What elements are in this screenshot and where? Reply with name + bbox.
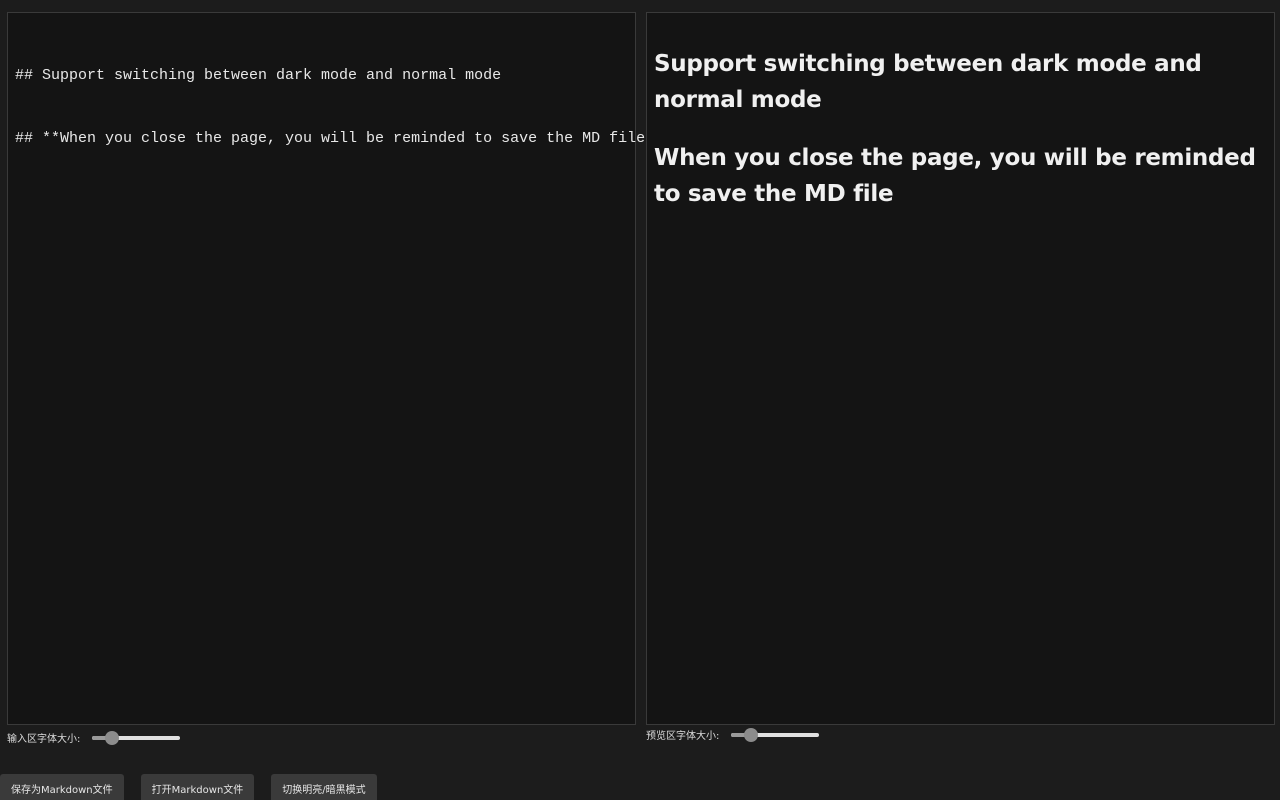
save-markdown-button[interactable]: 保存为Markdown文件 xyxy=(0,774,124,800)
input-font-size-slider[interactable] xyxy=(92,730,181,745)
markdown-input-text[interactable]: ## Support switching between dark mode a… xyxy=(8,13,664,201)
input-line-2: ## **When you close the page, you will b… xyxy=(15,130,664,147)
preview-heading-1: Support switching between dark mode and … xyxy=(654,51,1202,113)
preview-heading-2: When you close the page, you will be rem… xyxy=(654,145,1256,207)
toggle-theme-button[interactable]: 切换明亮/暗黑模式 xyxy=(271,774,377,800)
preview-font-size-slider[interactable] xyxy=(731,727,820,742)
preview-font-size-slider-thumb[interactable] xyxy=(743,727,758,742)
preview-font-size-label: 预览区字体大小: xyxy=(646,731,720,742)
preview-content: Support switching between dark mode and … xyxy=(647,46,1274,212)
open-markdown-button[interactable]: 打开Markdown文件 xyxy=(140,774,255,800)
markdown-preview-area: Support switching between dark mode and … xyxy=(646,12,1275,725)
input-font-size-control: 输入区字体大小: xyxy=(7,730,181,745)
toolbar: 保存为Markdown文件 打开Markdown文件 切换明亮/暗黑模式 xyxy=(0,774,394,800)
input-font-size-slider-thumb[interactable] xyxy=(104,730,119,745)
input-line-1: ## Support switching between dark mode a… xyxy=(15,67,502,84)
markdown-input-area[interactable]: ## Support switching between dark mode a… xyxy=(7,12,664,725)
preview-font-size-control: 预览区字体大小: xyxy=(646,727,820,742)
input-font-size-label: 输入区字体大小: xyxy=(7,734,81,745)
